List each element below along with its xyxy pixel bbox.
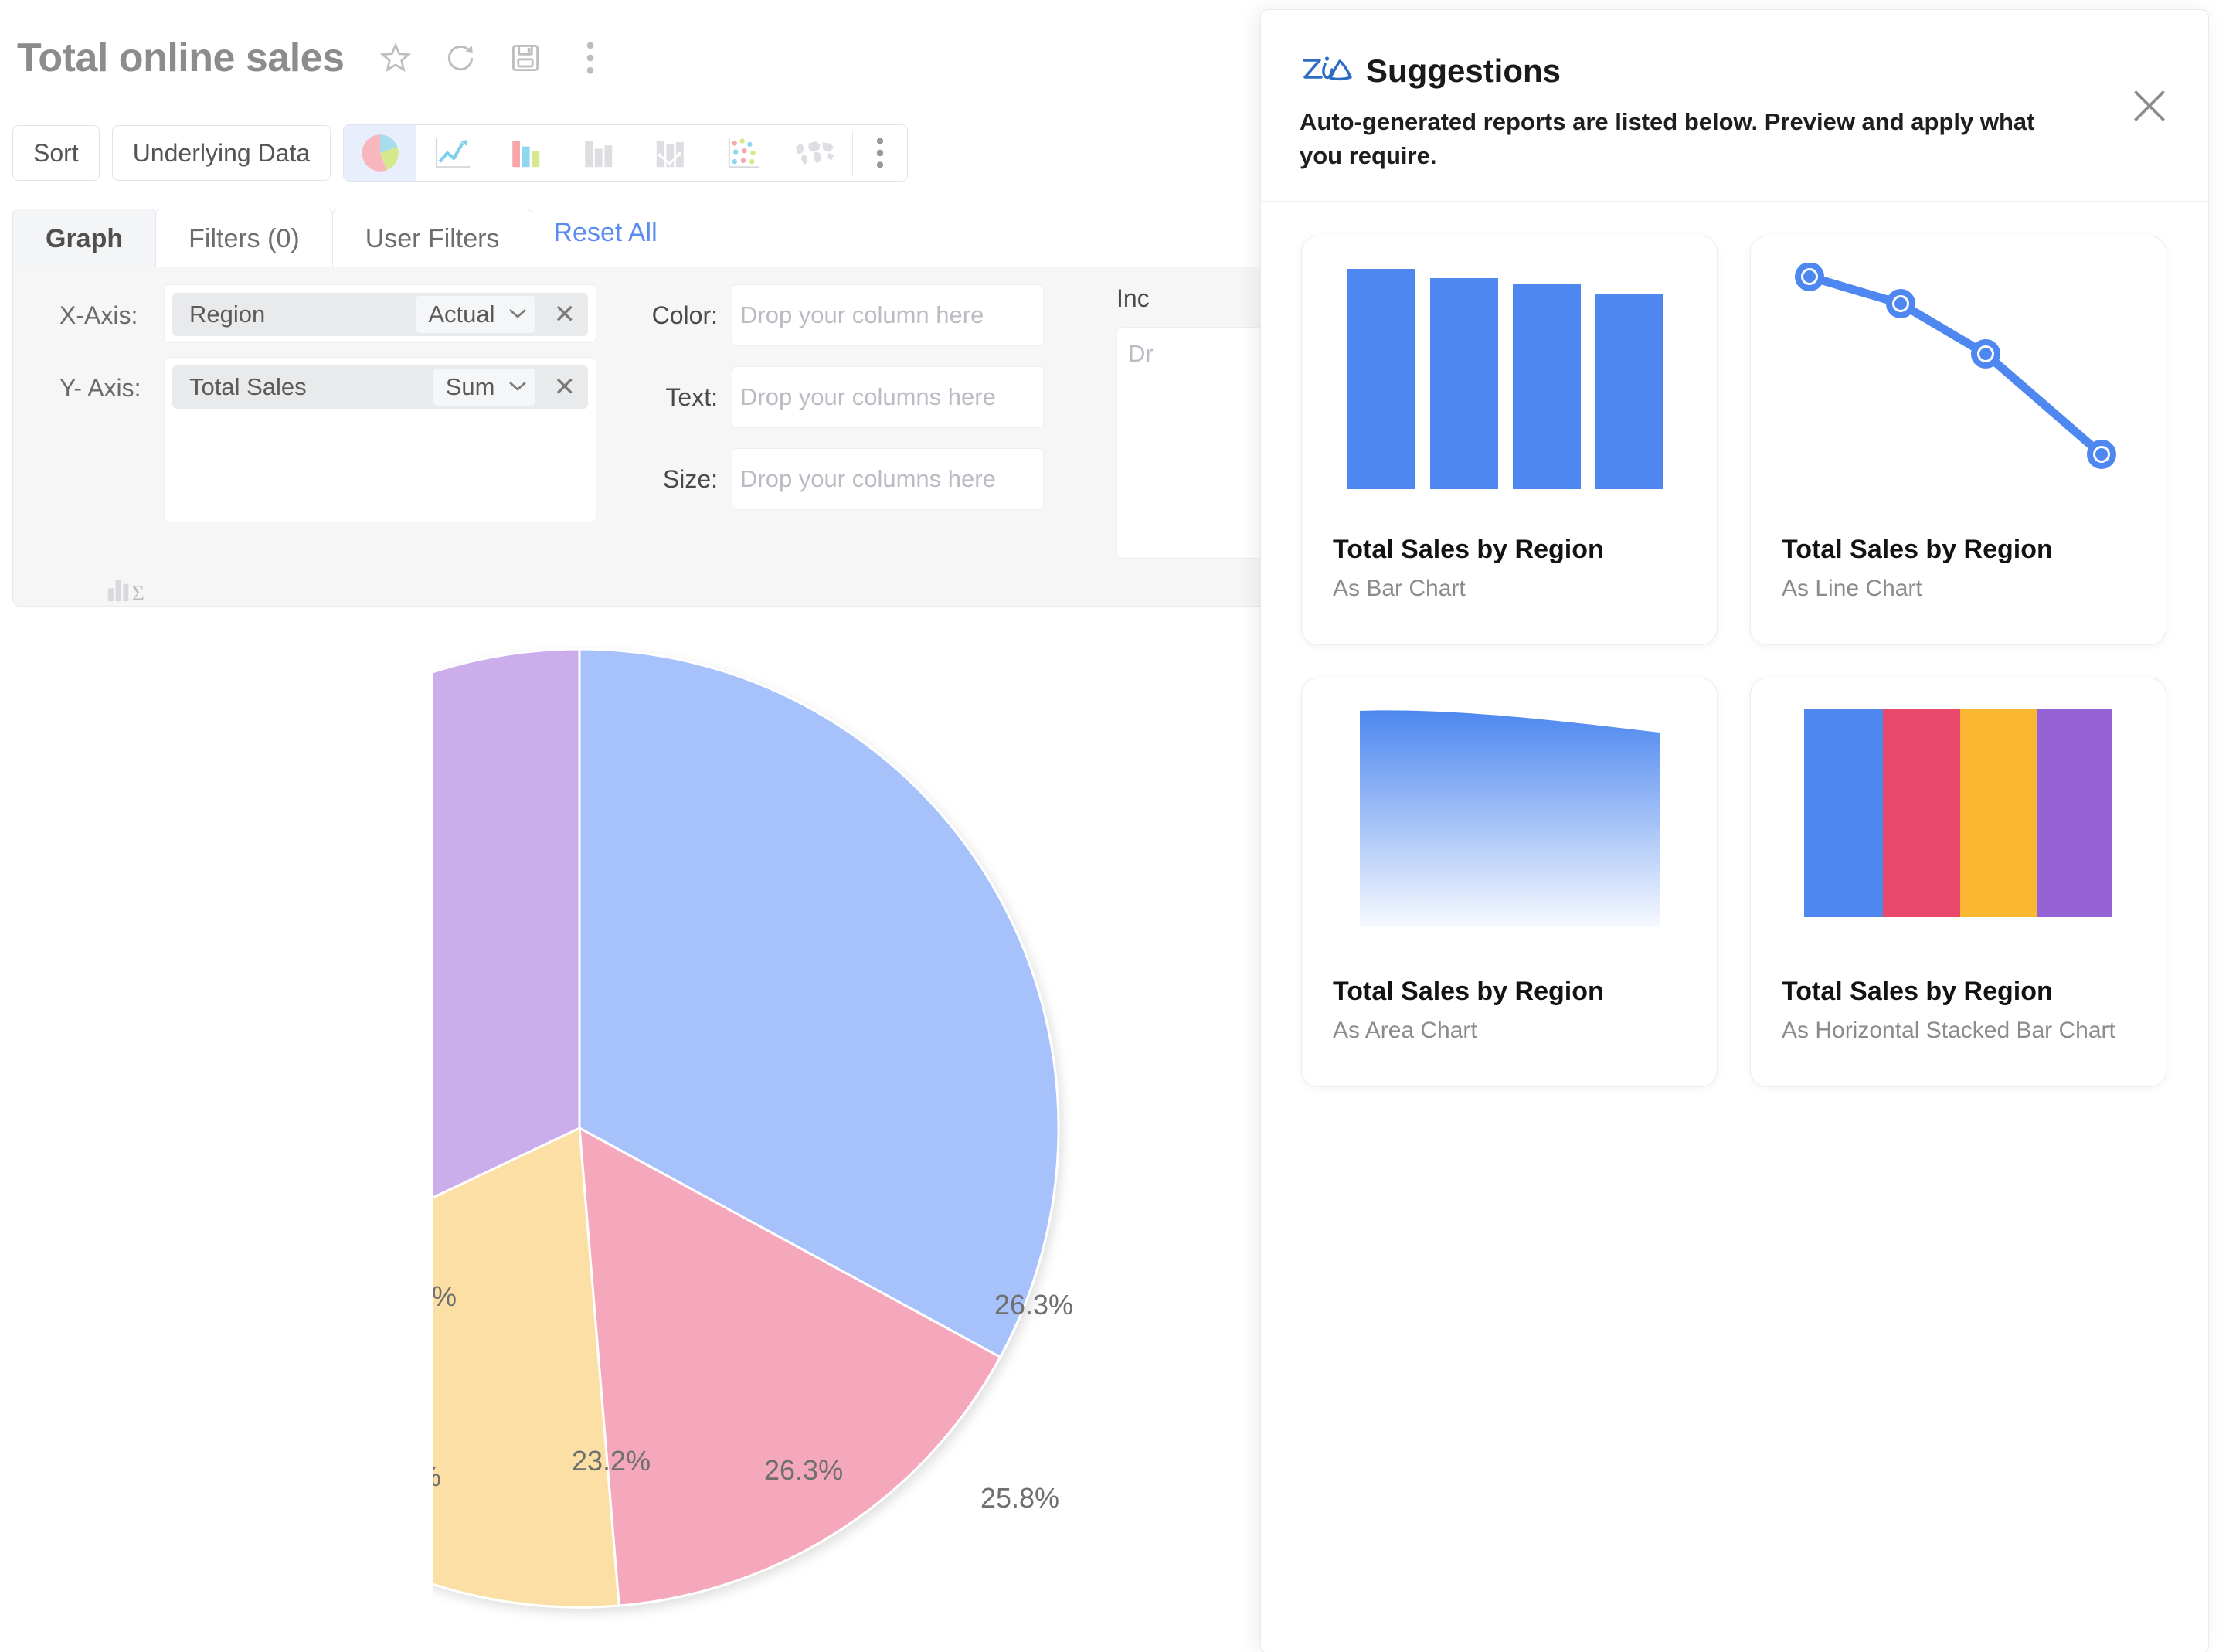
suggestion-card-subtitle: As Line Chart [1782,576,1922,602]
chart-type-more-icon[interactable] [853,125,907,181]
bar-chart-thumbnail [1333,263,1686,518]
tab-user-filters[interactable]: User Filters [331,209,533,269]
x-axis-label: X-Axis: [59,301,138,329]
chevron-down-icon [508,379,528,396]
y-axis-row: Y- Axis: Total Sales Sum ✕ [59,357,624,522]
y-axis-label: Y- Axis: [59,374,141,402]
suggestions-header: Suggestions Auto-generated reports are l… [1261,10,2208,202]
y-axis-column-name: Total Sales [189,373,307,400]
line-chart-type-icon[interactable] [416,125,489,181]
color-dropzone[interactable]: Drop your column here [732,284,1044,346]
suggestion-card-line[interactable]: Total Sales by Region As Line Chart [1750,236,2166,646]
reset-all-link[interactable]: Reset All [553,218,657,259]
range-chart-type-icon[interactable] [634,125,707,181]
page-title: Total online sales [17,36,345,80]
axis-shelf-column: X-Axis: Region Actual ✕ Y- Axis: Total S… [13,267,624,606]
sort-button[interactable]: Sort [12,125,100,181]
underlying-data-button[interactable]: Underlying Data [111,125,331,181]
line-chart-thumbnail [1782,263,2135,518]
text-shelf-row: Text: Drop your columns here [624,366,1103,428]
size-shelf-row: Size: Drop your columns here [624,448,1103,510]
svg-text:Σ: Σ [132,582,144,604]
bar-chart-type-icon[interactable] [489,125,562,181]
suggestion-card-subtitle: As Area Chart [1333,1018,1477,1044]
suggestion-card-subtitle: As Horizontal Stacked Bar Chart [1782,1018,2115,1044]
report-workspace: Total online sales Sort Underlying Data … [0,0,2219,1652]
size-dropzone[interactable]: Drop your columns here [732,448,1044,510]
text-dropzone[interactable]: Drop your columns here [732,366,1044,428]
tab-filters[interactable]: Filters (0) [155,209,333,269]
color-placeholder: Drop your column here [740,301,984,328]
suggestion-card-stacked-bar[interactable]: Total Sales by Region As Horizontal Stac… [1750,678,2166,1088]
y-axis-dropzone[interactable]: Total Sales Sum ✕ [164,357,596,522]
favorite-star-icon[interactable] [378,40,413,76]
save-icon[interactable] [508,40,543,76]
include-placeholder: Dr [1128,340,1154,367]
suggestions-subtitle: Auto-generated reports are listed below.… [1300,108,2035,170]
aggregate-summary-icon: Σ [106,570,624,608]
area-chart-thumbnail [1333,705,1686,960]
chevron-down-icon [508,307,528,323]
suggestion-card-title: Total Sales by Region [1782,535,2053,565]
pie-slices [99,648,1060,1609]
pie-label-2: 24.8% [433,1460,441,1492]
pie-label-0: 26.3% [994,1289,1073,1321]
tab-graph[interactable]: Graph [12,209,157,269]
text-placeholder: Drop your columns here [740,383,996,410]
suggestion-card-subtitle: As Bar Chart [1333,576,1466,602]
suggestions-title: Suggestions [1366,52,1561,89]
suggestion-card-area[interactable]: Total Sales by Region As Area Chart [1301,678,1718,1088]
suggestion-card-title: Total Sales by Region [1333,535,1604,565]
more-options-icon[interactable] [573,40,608,76]
map-chart-type-icon[interactable] [780,125,852,181]
color-shelf-label: Color: [651,301,718,329]
size-shelf-label: Size: [662,464,718,493]
text-shelf-label: Text: [665,382,718,411]
report-header: Total online sales [0,0,1313,116]
x-axis-aggregate-select[interactable]: Actual [416,296,535,333]
report-toolbar: Sort Underlying Data [12,117,909,189]
suggestion-card-title: Total Sales by Region [1333,977,1604,1007]
y-axis-aggregate-value: Sum [445,373,495,400]
report-tabs: Graph Filters (0) User Filters Reset All [12,207,658,269]
x-axis-column-name: Region [189,301,266,328]
color-shelf-row: Color: Drop your column here [624,284,1103,346]
column-chart-type-icon[interactable] [562,125,634,181]
stacked-bar-chart-thumbnail [1782,705,2135,960]
y-axis-aggregate-select[interactable]: Sum [433,369,535,406]
y-axis-pill[interactable]: Total Sales Sum ✕ [172,365,588,409]
x-axis-dropzone[interactable]: Region Actual ✕ [164,284,596,343]
encoding-shelf-column: Color: Drop your column here Text: Drop … [624,267,1103,606]
x-axis-pill[interactable]: Region Actual ✕ [172,293,588,336]
zia-logo-icon [1300,50,1357,91]
x-axis-remove-icon[interactable]: ✕ [549,299,589,330]
suggestions-title-row: Suggestions [1300,50,2162,91]
size-placeholder: Drop your columns here [740,465,996,492]
refresh-icon[interactable] [443,40,478,76]
chart-type-switcher [343,124,909,182]
pie-chart[interactable]: 26.3% 25.8% 24.8% 23.2% 23.2% 26.3% 24.8… [99,645,1344,1642]
pie-label-3: 23.2% [433,1280,457,1312]
suggestion-cards: Total Sales by Region As Bar Chart Total… [1261,202,2208,1088]
y-axis-remove-icon[interactable]: ✕ [549,372,589,403]
suggestion-card-title: Total Sales by Region [1782,977,2053,1007]
suggestion-card-bar[interactable]: Total Sales by Region As Bar Chart [1301,236,1718,646]
header-icon-group [378,40,608,76]
pie-chart-type-icon[interactable] [344,125,417,181]
close-icon[interactable] [2128,84,2171,127]
encoding-shelf-panel: X-Axis: Region Actual ✕ Y- Axis: Total S… [12,267,1337,607]
zia-suggestions-panel: Suggestions Auto-generated reports are l… [1260,9,2209,1652]
x-axis-row: X-Axis: Region Actual ✕ [59,284,624,343]
scatter-chart-type-icon[interactable] [707,125,780,181]
x-axis-aggregate-value: Actual [428,301,495,328]
pie-label-1: 25.8% [980,1482,1059,1514]
